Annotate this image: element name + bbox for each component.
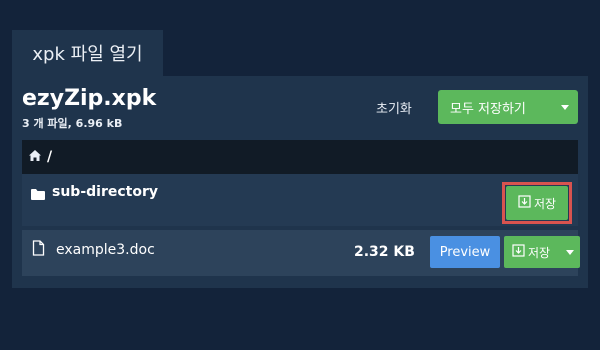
file-name: example3.doc <box>56 242 155 258</box>
file-size: 2.32 KB <box>354 244 415 260</box>
breadcrumb: / <box>22 140 578 174</box>
save-all-dropdown-toggle[interactable] <box>552 90 578 124</box>
download-icon <box>518 195 531 211</box>
chevron-down-icon[interactable] <box>566 249 574 255</box>
save-directory-button[interactable]: 저장 <box>506 186 568 220</box>
archive-name: ezyZip.xpk <box>22 86 157 111</box>
preview-button[interactable]: Preview <box>430 236 500 268</box>
home-icon[interactable] <box>28 149 42 166</box>
reset-label: 초기화 <box>376 101 412 117</box>
list-item-directory[interactable]: sub-directory <box>22 174 578 226</box>
save-directory-label: 저장 <box>533 196 557 211</box>
save-file-button[interactable]: 저장 <box>504 236 580 268</box>
file-icon <box>32 240 45 260</box>
archive-panel: ezyZip.xpk 3 개 파일, 6.96 kB 초기화 모두 저장하기 /… <box>12 76 588 288</box>
chevron-down-icon <box>561 104 569 110</box>
download-icon <box>512 244 525 260</box>
list-item-file[interactable]: example3.doc 2.32 KB Preview 저장 <box>22 230 580 276</box>
save-all-button[interactable]: 모두 저장하기 <box>438 90 578 124</box>
preview-label: Preview <box>439 244 491 260</box>
directory-name: sub-directory <box>52 184 158 200</box>
save-all-label: 모두 저장하기 <box>450 101 526 117</box>
breadcrumb-path: / <box>47 149 53 165</box>
save-file-label: 저장 <box>528 245 551 260</box>
reset-button[interactable]: 초기화 <box>368 91 420 123</box>
tab-label: xpk 파일 열기 <box>32 44 143 65</box>
archive-summary: 3 개 파일, 6.96 kB <box>22 117 123 130</box>
tab-open-xpk[interactable]: xpk 파일 열기 <box>12 30 163 76</box>
folder-icon <box>30 186 46 205</box>
